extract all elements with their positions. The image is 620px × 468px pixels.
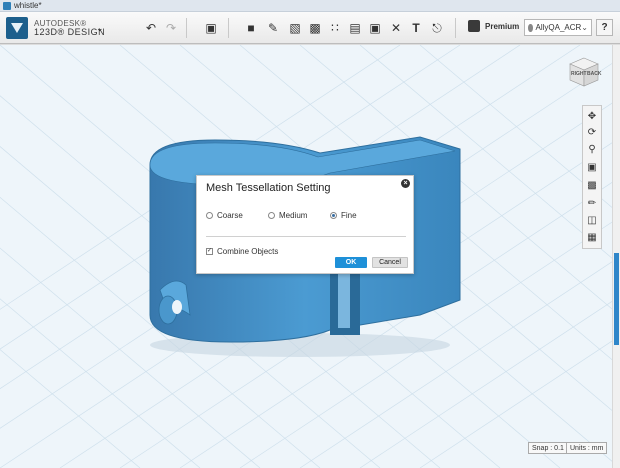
app-menu-button[interactable]: AUTODESK® 123D® DESIGN [6,15,105,41]
user-icon [528,23,533,32]
radio-fine[interactable]: Fine [330,211,357,220]
account-dropdown[interactable]: AllyQA_ACR ⌄ [524,19,592,36]
help-button[interactable]: ? [596,19,613,36]
chevron-down-icon[interactable]: ⌄ [96,23,104,34]
view-cube[interactable]: RIGHT BACK [568,56,602,88]
view-cube-right-label: RIGHT [571,71,587,77]
redo-icon[interactable]: ↷ [162,19,180,37]
undo-icon[interactable]: ↶ [142,19,160,37]
radio-coarse[interactable]: Coarse [206,211,243,220]
perspective-icon[interactable]: ▩ [585,178,599,192]
orbit-icon[interactable]: ⟳ [585,125,599,139]
radio-circle [206,212,213,219]
checkbox-label: Combine Objects [217,247,279,256]
pan-icon[interactable]: ✥ [585,109,599,123]
premium-label: Premium [485,21,520,31]
window-titlebar: whistle* [0,0,620,12]
material-view-icon[interactable]: ✏ [585,196,599,210]
combine-icon[interactable]: ▣ [366,19,384,37]
radio-medium[interactable]: Medium [268,211,307,220]
app-icon [3,2,11,10]
premium-button[interactable]: Premium [468,20,519,32]
radio-circle [268,212,275,219]
radio-label: Fine [341,211,357,220]
brand-product: 123D® DESIGN [34,27,106,37]
units-status[interactable]: Units : mm [566,442,608,454]
modify-icon[interactable]: ▩ [306,19,324,37]
radio-label: Medium [279,211,308,220]
measure-icon[interactable]: ✕ [387,19,405,37]
dialog-title: Mesh Tessellation Setting [206,182,331,194]
snap-status[interactable]: Snap : 0.1 [528,442,568,454]
fit-icon[interactable]: ▣ [585,160,599,174]
mesh-tessellation-dialog: Mesh Tessellation Setting × Coarse Mediu… [196,175,414,274]
snap-icon[interactable]: ⎋ [428,19,446,37]
primitives-icon[interactable]: ■ [242,19,260,37]
toolbar-separator [455,18,456,38]
navigation-toolbar: ✥ ⟳ ⚲ ▣ ▩ ✏ ◫ ▦ [582,105,602,249]
show-hide-icon[interactable]: ◫ [585,213,599,227]
account-username: AllyQA_ACR [535,23,582,32]
sketch-icon[interactable]: ✎ [264,19,282,37]
text-icon[interactable]: T [407,19,425,37]
checkmark-icon: ✓ [206,248,213,255]
import-icon[interactable]: ▣ [202,19,220,37]
toolbar-separator [228,18,229,38]
ok-button[interactable]: OK [335,257,367,268]
view-cube-back-label: BACK [587,71,602,77]
premium-icon [468,20,480,32]
dialog-divider [206,236,406,237]
vertical-scrollbar[interactable] [612,45,620,468]
construct-icon[interactable]: ▧ [286,19,304,37]
grid-icon[interactable]: ▦ [585,230,599,244]
pattern-icon[interactable]: ∷ [326,19,344,37]
combine-objects-checkbox[interactable]: ✓ Combine Objects [206,247,278,256]
radio-circle-selected [330,212,337,219]
grouping-icon[interactable]: ▤ [346,19,364,37]
autodesk-logo-icon [6,17,28,39]
radio-label: Coarse [217,211,243,220]
zoom-icon[interactable]: ⚲ [585,142,599,156]
chevron-down-icon: ⌄ [581,23,588,32]
window-title: whistle* [14,1,42,10]
close-icon[interactable]: × [401,179,410,188]
toolbar-separator [186,18,187,38]
scrollbar-thumb[interactable] [614,253,619,345]
cancel-button[interactable]: Cancel [372,257,408,268]
main-toolbar: AUTODESK® 123D® DESIGN ⌄ ↶ ↷ ▣ ■ ✎ ▧ ▩ ∷… [0,12,620,44]
